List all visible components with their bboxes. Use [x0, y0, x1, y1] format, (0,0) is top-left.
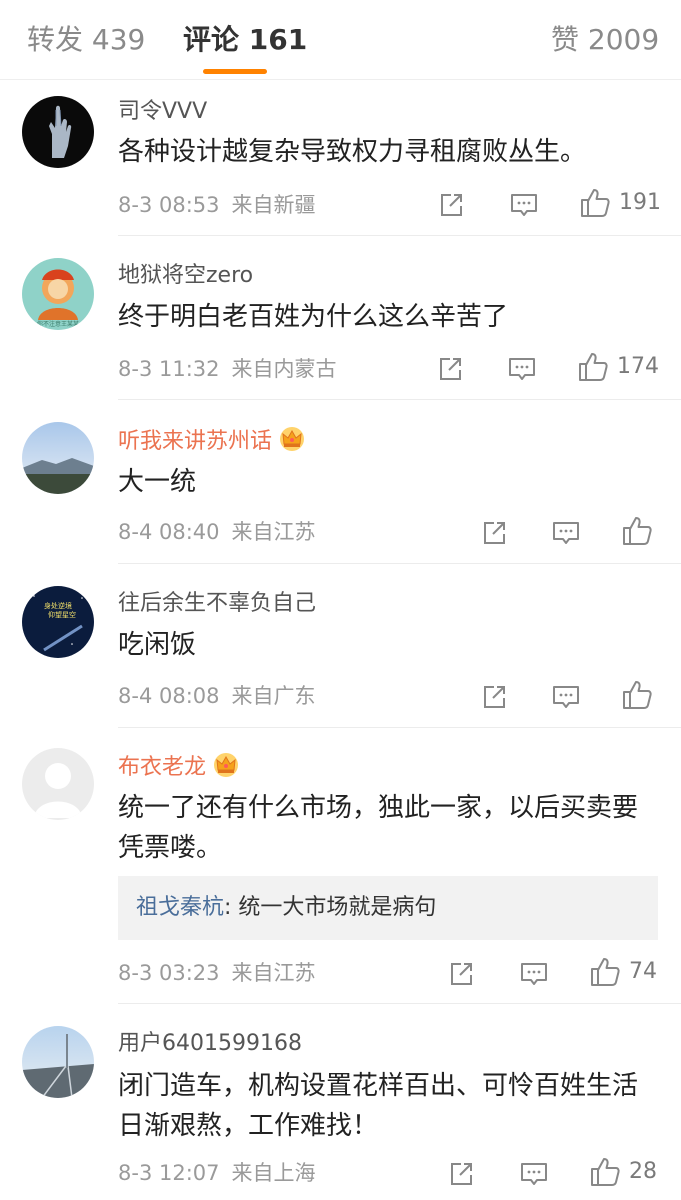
comment-icon — [519, 1160, 549, 1188]
like-button[interactable]: 74 — [589, 956, 657, 988]
comment-button[interactable] — [551, 517, 581, 549]
comment-location: 来自江苏 — [231, 961, 316, 985]
avatar[interactable] — [22, 422, 94, 494]
share-icon — [436, 355, 464, 383]
comment-text: 统一了还有什么市场，独此一家，以后买卖要凭票喽。 — [118, 793, 639, 863]
comment-icon — [551, 519, 581, 547]
like-count: 28 — [629, 1159, 657, 1184]
comment-meta: 8-3 11:32 来自内蒙古 — [118, 355, 337, 383]
divider — [118, 235, 681, 236]
comment-time: 8-3 11:32 — [118, 357, 220, 381]
active-tab-indicator — [203, 69, 267, 74]
comment-meta: 8-3 03:23 来自江苏 — [118, 959, 316, 987]
comment-meta: 8-3 08:53 来自新疆 — [118, 191, 316, 219]
reply-username[interactable]: 祖戈秦杭 — [136, 895, 224, 920]
share-button[interactable] — [447, 1158, 475, 1190]
comment-icon — [509, 191, 539, 219]
divider — [118, 727, 681, 728]
vip-crown-icon — [278, 426, 306, 452]
comment-location: 来自上海 — [231, 1161, 316, 1185]
tab-repost[interactable]: 转发 439 — [27, 22, 145, 58]
like-icon — [589, 1156, 621, 1188]
like-button[interactable]: 191 — [579, 187, 661, 219]
avatar-text-line1: 身处逆境 — [44, 601, 72, 610]
comment-username[interactable]: 听我来讲苏州话 — [118, 426, 306, 456]
avatar[interactable] — [22, 1026, 94, 1098]
comment-text: 吃闲饭 — [118, 630, 197, 660]
share-button[interactable] — [480, 517, 508, 549]
like-icon — [577, 351, 609, 383]
comment-location: 来自江苏 — [231, 520, 316, 544]
avatar-caption: 你不注意王某某 — [37, 320, 79, 328]
comment-time: 8-3 12:07 — [118, 1161, 220, 1185]
comment-time: 8-4 08:40 — [118, 520, 220, 544]
comment-username[interactable]: 用户6401599168 — [118, 1030, 302, 1058]
share-button[interactable] — [437, 189, 465, 221]
comment-username[interactable]: 地狱将空zero — [118, 262, 253, 290]
avatar[interactable]: 你不注意王某某 — [22, 258, 94, 330]
comment-time: 8-3 03:23 — [118, 961, 220, 985]
comment-icon — [519, 960, 549, 988]
comment-username[interactable]: 往后余生不辜负自己 — [118, 590, 316, 618]
comment-meta: 8-4 08:08 来自广东 — [118, 682, 316, 710]
comment-button[interactable] — [519, 1158, 549, 1190]
comment-icon — [551, 683, 581, 711]
like-icon — [579, 187, 611, 219]
comment-tabs: 转发 439 评论 161 赞 2009 — [0, 0, 681, 80]
vip-crown-icon — [212, 752, 240, 778]
comment-meta: 8-3 12:07 来自上海 — [118, 1159, 316, 1187]
comment-meta: 8-4 08:40 来自江苏 — [118, 518, 316, 546]
comment-text: 终于明白老百姓为什么这么辛苦了 — [118, 302, 509, 332]
share-icon — [447, 960, 475, 988]
divider — [118, 563, 681, 564]
comment-time: 8-3 08:53 — [118, 193, 220, 217]
avatar[interactable]: 身处逆境 仰望星空 — [22, 586, 94, 658]
like-count: 174 — [617, 354, 659, 379]
comment-location: 来自内蒙古 — [231, 357, 337, 381]
like-button[interactable]: 28 — [589, 1156, 657, 1188]
comment-text: 各种设计越复杂导致权力寻租腐败丛生。 — [118, 137, 587, 167]
comment-location: 来自新疆 — [231, 193, 316, 217]
divider — [118, 1003, 681, 1004]
comment-button[interactable] — [519, 958, 549, 990]
like-button[interactable]: 174 — [577, 351, 659, 383]
tab-comments[interactable]: 评论 161 — [183, 22, 307, 58]
share-icon — [480, 683, 508, 711]
comment-button[interactable] — [509, 189, 539, 221]
share-button[interactable] — [436, 353, 464, 385]
share-icon — [480, 519, 508, 547]
username-text: 布衣老龙 — [118, 755, 207, 780]
like-count: 191 — [619, 190, 661, 215]
like-icon — [589, 956, 621, 988]
username-text: 听我来讲苏州话 — [118, 429, 273, 454]
comment-button[interactable] — [507, 353, 537, 385]
share-icon — [447, 1160, 475, 1188]
tab-likes[interactable]: 赞 2009 — [551, 22, 659, 58]
reply-preview[interactable]: 祖戈秦杭: 统一大市场就是病句 — [118, 876, 658, 940]
comment-button[interactable] — [551, 681, 581, 713]
like-icon — [621, 679, 653, 711]
avatar-text-line2: 仰望星空 — [48, 610, 76, 619]
comment-text: 大一统 — [118, 467, 197, 497]
avatar[interactable] — [22, 748, 94, 820]
comment-username[interactable]: 布衣老龙 — [118, 752, 240, 782]
comment-icon — [507, 355, 537, 383]
like-count: 74 — [629, 959, 657, 984]
comment-location: 来自广东 — [231, 684, 316, 708]
share-button[interactable] — [447, 958, 475, 990]
like-icon — [621, 515, 653, 547]
avatar[interactable] — [22, 96, 94, 168]
reply-text: : 统一大市场就是病句 — [224, 895, 437, 920]
like-button[interactable] — [621, 679, 653, 711]
share-button[interactable] — [480, 681, 508, 713]
divider — [118, 399, 681, 400]
comment-time: 8-4 08:08 — [118, 684, 220, 708]
comment-username[interactable]: 司令VVV — [118, 98, 207, 126]
like-button[interactable] — [621, 515, 653, 547]
comment-text: 闭门造车，机构设置花样百出、可怜百姓生活日渐艰熬，工作难找！ — [118, 1071, 639, 1141]
share-icon — [437, 191, 465, 219]
